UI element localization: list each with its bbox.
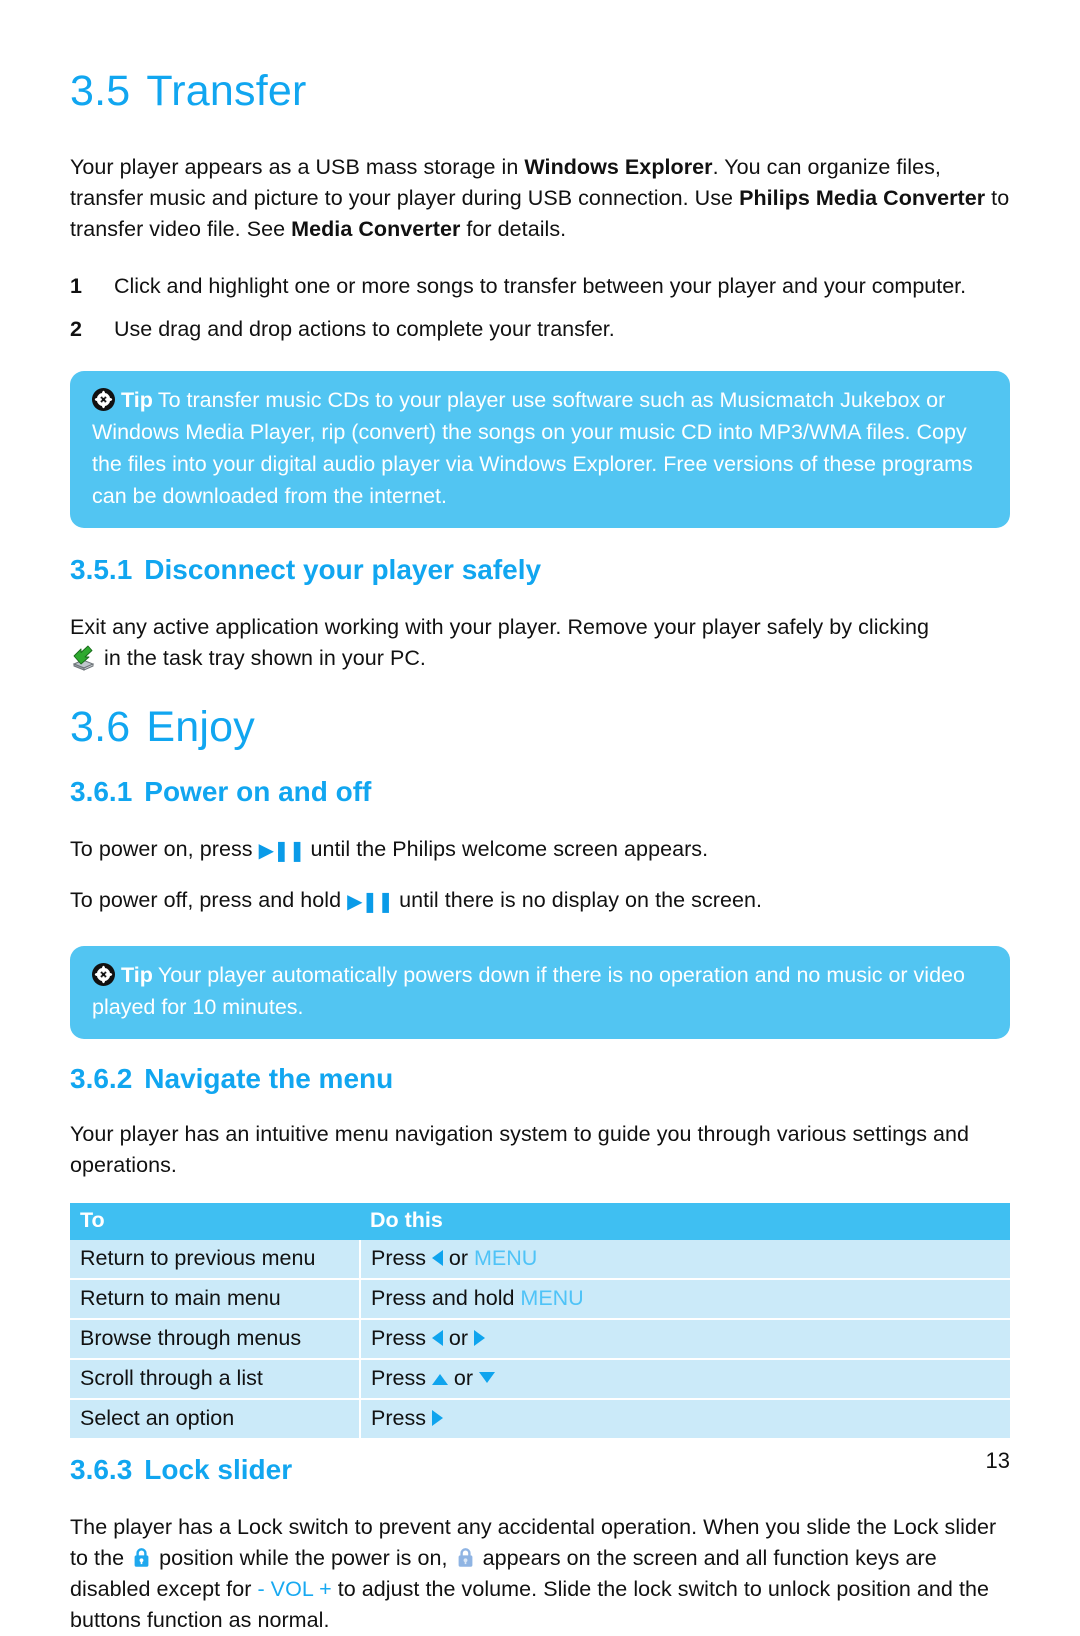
transfer-step-2: 2 Use drag and drop actions to complete … — [70, 314, 1010, 345]
heading-3-5: 3.5 Transfer — [70, 67, 1010, 115]
table-cell-to: Browse through menus — [70, 1319, 361, 1361]
transfer-intro-paragraph: Your player appears as a USB mass storag… — [70, 152, 1010, 245]
triangle-up-icon — [431, 1374, 448, 1386]
table-cell-to: Select an option — [70, 1399, 361, 1439]
asterisk-icon — [92, 388, 115, 412]
lock-text-part2: position while the power is on, — [153, 1546, 454, 1571]
triangle-down-icon — [479, 1372, 496, 1384]
heading-3-5-number: 3.5 — [70, 67, 131, 115]
heading-3-6-title: Enjoy — [146, 703, 255, 752]
tip-text-power: Your player automatically powers down if… — [92, 962, 965, 1019]
table-cell-to: Scroll through a list — [70, 1359, 361, 1401]
safely-remove-hardware-icon — [70, 645, 96, 672]
table-row: Return to previous menu Press or MENU — [70, 1240, 1010, 1281]
table-cell-to: Return to main menu — [70, 1279, 361, 1321]
table-cell-do: Press or MENU — [360, 1240, 1010, 1281]
transfer-step-1-text: Click and highlight one or more songs to… — [114, 274, 967, 299]
heading-3-6-3: 3.6.3 Lock slider — [70, 1454, 1010, 1486]
table-row: Scroll through a list Press or — [70, 1359, 1010, 1401]
triangle-left-icon — [431, 1250, 443, 1267]
manual-page: 3.5 Transfer Your player appears as a USB… — [0, 0, 1080, 1632]
lock-closed-blue-icon — [132, 1546, 151, 1568]
page-number: 13 — [985, 1448, 1010, 1473]
navigation-table: To Do this Return to previous menu Press… — [70, 1203, 1010, 1439]
tip-box-transfer: Tip To transfer music CDs to your player … — [70, 371, 1010, 529]
transfer-intro-part1: Your player appears as a USB mass storag… — [70, 155, 525, 180]
power-off-text-before: To power off, press and hold — [70, 887, 348, 912]
heading-3-5-1-title: Disconnect your player safely — [144, 554, 542, 586]
table-cell-do: Press — [360, 1399, 1010, 1439]
power-off-text-after: until there is no display on the screen. — [393, 887, 763, 912]
heading-3-6-2-number: 3.6.2 — [70, 1062, 133, 1094]
heading-3-6-3-title: Lock slider — [144, 1454, 293, 1486]
transfer-step-2-text: Use drag and drop actions to complete yo… — [114, 317, 615, 342]
heading-3-6-2-title: Navigate the menu — [144, 1062, 394, 1094]
table-cell-do: Press or — [360, 1319, 1010, 1361]
heading-3-6-3-number: 3.6.3 — [70, 1454, 133, 1486]
heading-3-6-1-title: Power on and off — [144, 775, 372, 807]
lock-screen-indicator-icon — [456, 1546, 475, 1568]
disconnect-text-after: in the task tray shown in your PC. — [104, 646, 426, 671]
transfer-step-1-number: 1 — [70, 274, 82, 299]
transfer-step-1: 1 Click and highlight one or more songs … — [70, 271, 1010, 302]
tip-label-power: Tip — [121, 962, 153, 987]
asterisk-icon — [92, 962, 115, 986]
power-on-paragraph: To power on, press ▶❚❚ until the Philips… — [70, 834, 1010, 867]
power-on-text-after: until the Philips welcome screen appears… — [304, 836, 709, 861]
table-row: Return to main menu Press and hold MENU — [70, 1279, 1010, 1321]
transfer-intro-part4: for details. — [460, 217, 567, 242]
heading-3-5-1: 3.5.1 Disconnect your player safely — [70, 554, 1010, 586]
table-row: Select an option Press — [70, 1399, 1010, 1439]
volume-key-label: - VOL + — [257, 1577, 332, 1602]
triangle-right-icon — [431, 1410, 443, 1427]
transfer-step-2-number: 2 — [70, 317, 82, 342]
heading-3-6-1: 3.6.1 Power on and off — [70, 776, 1010, 808]
table-cell-do: Press or — [360, 1359, 1010, 1401]
triangle-left-icon — [431, 1330, 443, 1347]
power-on-text-before: To power on, press — [70, 836, 259, 861]
heading-3-6: 3.6 Enjoy — [70, 704, 1010, 751]
disconnect-text-before: Exit any active application working with… — [70, 615, 929, 640]
tip-box-power: Tip Your player automatically powers down… — [70, 945, 1010, 1039]
play-pause-icon: ▶❚❚ — [347, 890, 394, 913]
menu-key-label: MENU — [520, 1286, 584, 1311]
heading-3-5-1-number: 3.5.1 — [70, 554, 133, 586]
heading-3-6-number: 3.6 — [70, 703, 131, 752]
transfer-intro-bold1: Windows Explorer — [524, 155, 713, 180]
transfer-intro-bold2: Philips Media Converter — [739, 186, 986, 211]
heading-3-6-1-number: 3.6.1 — [70, 775, 133, 807]
tip-text-transfer: To transfer music CDs to your player use… — [92, 388, 973, 509]
navigate-intro: Your player has an intuitive menu naviga… — [70, 1122, 970, 1178]
menu-key-label: MENU — [474, 1246, 538, 1271]
power-off-paragraph: To power off, press and hold ▶❚❚ until t… — [70, 885, 1010, 918]
table-cell-do: Press and hold MENU — [360, 1279, 1010, 1321]
table-header-do-this: Do this — [360, 1203, 1010, 1241]
table-header-row: To Do this — [70, 1203, 1010, 1241]
transfer-intro-bold3: Media Converter — [291, 217, 461, 242]
table-header-to: To — [70, 1203, 360, 1241]
heading-3-5-title: Transfer — [146, 67, 307, 115]
table-cell-to: Return to previous menu — [70, 1240, 361, 1281]
page-content: 3.5 Transfer Your player appears as a USB… — [70, 0, 1010, 1636]
heading-3-6-2: 3.6.2 Navigate the menu — [70, 1063, 1010, 1095]
tip-label-transfer: Tip — [121, 388, 153, 413]
play-pause-icon: ▶❚❚ — [258, 839, 306, 862]
table-row: Browse through menus Press or — [70, 1319, 1010, 1361]
triangle-right-icon — [474, 1330, 486, 1347]
lock-paragraph: The player has a Lock switch to prevent … — [70, 1512, 1010, 1636]
disconnect-paragraph: Exit any active application working with… — [70, 612, 1010, 674]
